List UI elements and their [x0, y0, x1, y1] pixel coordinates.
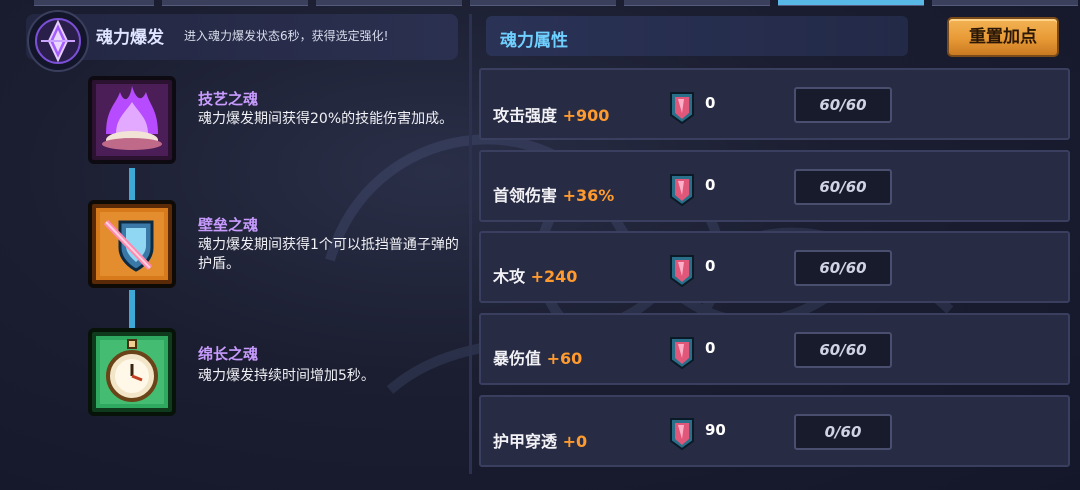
- level-box[interactable]: 60/60: [794, 169, 892, 205]
- soul-gem-icon: [670, 255, 694, 288]
- level-box[interactable]: 60/60: [794, 250, 892, 286]
- attribute-label: 暴伤值 +60: [493, 349, 583, 368]
- attribute-bonus: +60: [546, 349, 583, 368]
- tab-4[interactable]: [470, 0, 616, 6]
- soul-gem-icon: [670, 337, 694, 370]
- level-box[interactable]: 60/60: [794, 87, 892, 123]
- attribute-row: 护甲穿透 +0 90 0/60: [479, 395, 1070, 467]
- skill-description: 魂力爆发持续时间增加5秒。: [198, 368, 375, 384]
- tab-1[interactable]: [34, 0, 154, 6]
- attribute-bonus: +0: [562, 432, 588, 451]
- attribute-bonus: +36%: [562, 186, 615, 205]
- gem-count: 0: [705, 94, 716, 112]
- burst-title: 魂力爆发: [96, 28, 164, 48]
- skill-name: 绵长之魂: [198, 345, 259, 363]
- soul-gem-icon: [670, 92, 694, 125]
- reset-points-button[interactable]: 重置加点: [947, 17, 1059, 57]
- attribute-row: 攻击强度 +900 0 60/60: [479, 68, 1070, 140]
- tab-3[interactable]: [316, 0, 462, 6]
- attribute-row: 首领伤害 +36% 0 60/60: [479, 150, 1070, 222]
- skill-description: 魂力爆发期间获得1个可以抵挡普通子弹的护盾。: [198, 237, 459, 272]
- tab-6-active[interactable]: [778, 0, 924, 6]
- soul-gem-icon: [670, 418, 694, 451]
- burst-description: 进入魂力爆发状态6秒，获得选定强化!: [184, 29, 389, 43]
- attribute-row: 暴伤值 +60 0 60/60: [479, 313, 1070, 385]
- attribute-label: 首领伤害 +36%: [493, 186, 615, 205]
- panel-divider: [469, 14, 472, 474]
- attribute-bonus: +900: [562, 106, 610, 125]
- purple-flame-icon[interactable]: [86, 74, 178, 166]
- shield-sword-icon[interactable]: [86, 198, 178, 290]
- attribute-label: 护甲穿透 +0: [493, 432, 588, 451]
- tab-2[interactable]: [162, 0, 308, 6]
- gem-count: 90: [705, 421, 726, 439]
- skill-name: 壁垒之魂: [198, 216, 259, 234]
- skill-description: 魂力爆发期间获得20%的技能伤害加成。: [198, 111, 454, 127]
- tab-7[interactable]: [932, 0, 1078, 6]
- gem-count: 0: [705, 257, 716, 275]
- gem-count: 0: [705, 176, 716, 194]
- soul-gem-icon: [670, 174, 694, 207]
- attribute-bonus: +240: [530, 267, 578, 286]
- attribute-label: 木攻 +240: [493, 267, 578, 286]
- skill-chain-link: [129, 168, 135, 202]
- level-box[interactable]: 60/60: [794, 332, 892, 368]
- gem-count: 0: [705, 339, 716, 357]
- skill-name: 技艺之魂: [198, 90, 259, 108]
- level-box[interactable]: 0/60: [794, 414, 892, 450]
- tab-5[interactable]: [624, 0, 770, 6]
- soul-burst-icon: [27, 10, 89, 72]
- stopwatch-icon[interactable]: [86, 326, 178, 418]
- attribute-label: 攻击强度 +900: [493, 106, 610, 125]
- attributes-title: 魂力属性: [500, 31, 568, 51]
- top-tab-strip: [0, 0, 1080, 6]
- attribute-row: 木攻 +240 0 60/60: [479, 231, 1070, 303]
- skill-chain-link: [129, 290, 135, 330]
